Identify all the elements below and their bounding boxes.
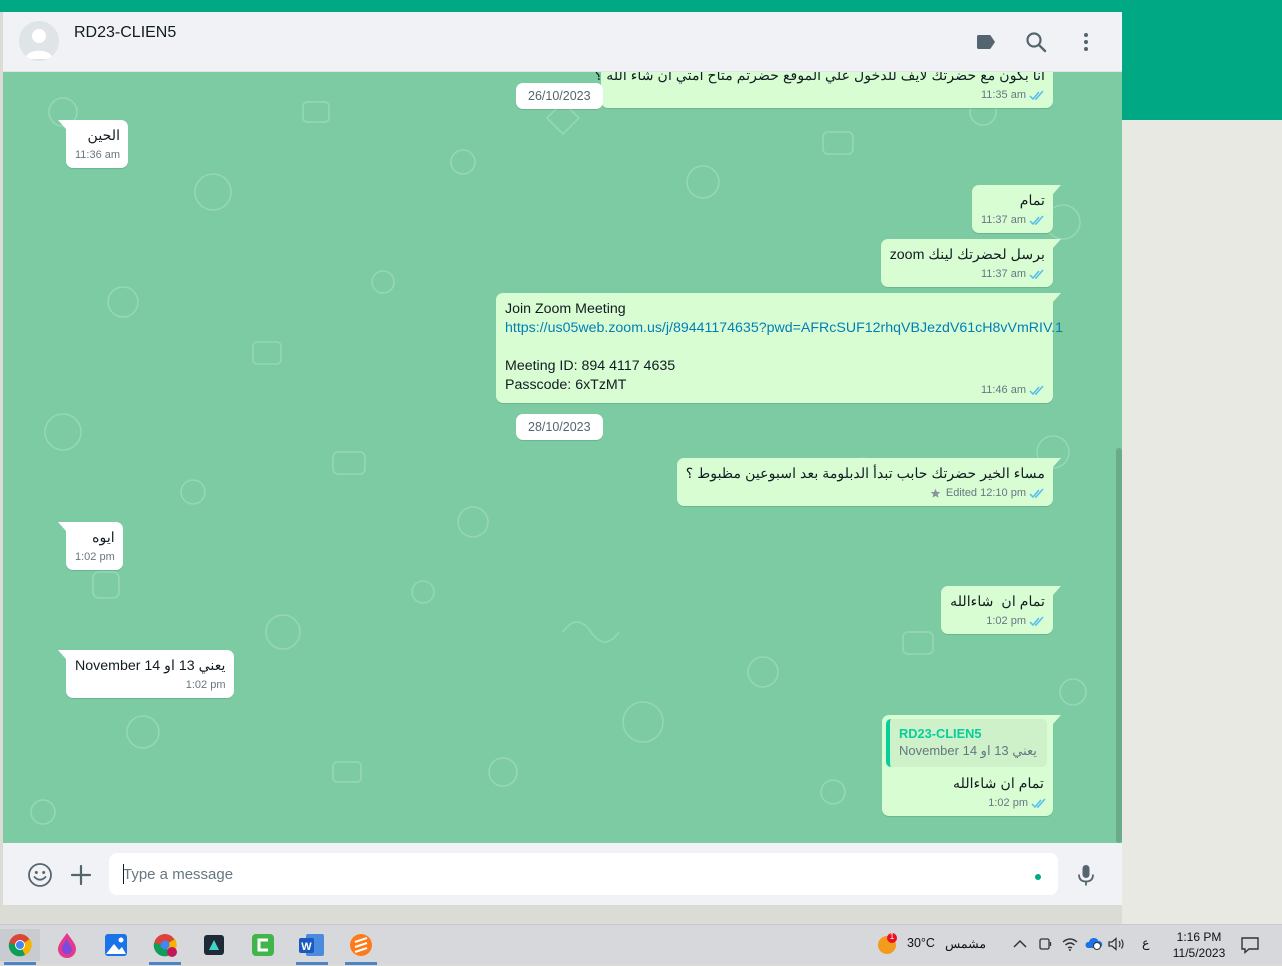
read-receipt-icon [1029,215,1044,225]
quoted-message[interactable]: RD23-CLIEN5 يعني 13 او 14 November [886,719,1047,767]
notification-center-icon[interactable] [1240,935,1260,960]
search-icon[interactable] [1024,30,1048,54]
taskbar-filmora-icon[interactable] [194,929,234,961]
read-receipt-icon [1031,798,1046,808]
taskbar-photos-icon[interactable] [96,929,136,961]
menu-icon[interactable] [1074,30,1098,54]
message-meta: 11:37 am [890,267,1045,281]
message-bubble-outgoing[interactable]: مساء الخير حضرتك حابب تبدأ الدبلومة بعد … [676,458,1062,506]
zoom-meeting-link[interactable]: https://us05web.zoom.us/j/89441174635?pw… [505,319,1063,338]
attach-plus-icon[interactable] [68,862,94,888]
weather-condition[interactable]: مشمس [945,936,986,951]
date-divider: 28/10/2023 [516,414,603,440]
message-text: تمام [1019,193,1045,209]
message-meta: 1:02 pm [950,614,1045,628]
message-bubble-outgoing[interactable]: تمام 11:37 am [971,185,1062,233]
svg-text:W: W [301,941,312,953]
message-time: 11:36 am [75,149,121,161]
composer-bar [3,843,1122,905]
microphone-icon[interactable] [1073,862,1099,888]
message-meta: Edited 12:10 pm [686,486,1045,500]
read-receipt-icon [1029,488,1044,498]
edited-label: Edited [945,487,978,499]
message-time: 11:35 am [980,89,1026,101]
message-text: الحين [87,128,121,144]
system-clock[interactable]: 1:16 PM 11/5/2023 [1168,929,1230,961]
clock-time: 1:16 PM [1176,930,1222,944]
message-bubble-incoming[interactable]: يعني 13 او 14 November 1:02 pm [58,650,234,698]
date-divider: 26/10/2023 [516,83,603,109]
weather-temperature[interactable]: 30°C [907,936,935,950]
avatar[interactable] [19,21,59,61]
window-top-strip [0,0,1282,12]
message-text: مساء الخير حضرتك حابب تبدأ الدبلومة بعد … [685,466,1045,482]
message-time: 11:37 am [980,214,1026,226]
text-cursor [123,864,124,884]
quoted-text: يعني 13 او 14 November [899,743,1037,758]
message-time: 1:02 pm [185,679,226,691]
message-bubble-outgoing[interactable]: Join Zoom Meeting https://us05web.zoom.u… [496,293,1063,403]
chat-scrollbar[interactable] [1116,72,1122,843]
chat-scrollbar-thumb[interactable] [1116,448,1122,843]
weather-sun-icon[interactable]: 1 [876,932,898,955]
message-text: انا بكون مع حضرتك لايف للدخول علي الموقع… [594,72,1045,84]
whatsapp-window: RD23-CLIEN5 انا بكون مع حضرتك لايف للدخو… [3,12,1122,905]
message-text-line: Meeting ID: 894 4117 4635 [505,358,676,374]
message-bubble-outgoing[interactable]: تمام ان شاءالله 1:02 pm [941,586,1061,634]
chat-panel[interactable]: انا بكون مع حضرتك لايف للدخول علي الموقع… [3,72,1122,843]
message-meta: 11:35 am [610,88,1045,102]
taskbar-sublime-icon[interactable] [341,929,381,965]
background-green-band [1122,0,1282,120]
message-time: 12:10 pm [980,487,1026,499]
taskbar-paint-drop-icon[interactable] [47,929,87,961]
onedrive-cloud-icon[interactable] [1083,935,1103,956]
read-receipt-icon [1029,269,1044,279]
taskbar-chrome-icon[interactable] [0,929,40,965]
message-meta: 1:02 pm [886,796,1047,810]
chat-header[interactable]: RD23-CLIEN5 [3,12,1122,72]
message-bubble-incoming[interactable]: ايوه 1:02 pm [58,522,123,570]
windows-taskbar: W 1 30°C مشمس ع 1:16 PM 11/5/2023 [0,924,1282,965]
star-icon [930,488,941,498]
message-bubble-outgoing[interactable]: برسل لحضرتك لينك zoom 11:37 am [880,239,1062,287]
message-time: 1:02 pm [75,551,115,563]
taskbar-camtasia-icon[interactable] [243,929,283,961]
tray-chevron-up-icon[interactable] [1012,937,1028,956]
message-time: 11:46 am [980,384,1026,396]
taskbar-word-icon[interactable]: W [292,929,332,965]
input-language-indicator[interactable]: ع [1142,935,1149,950]
emoji-icon[interactable] [27,862,53,888]
message-time: 1:02 pm [988,797,1028,809]
background-grey-area [1122,120,1282,924]
clock-date: 11/5/2023 [1172,946,1226,960]
default-avatar-icon [19,21,59,61]
volume-icon[interactable] [1107,936,1125,957]
message-time: 1:02 pm [986,615,1026,627]
message-text: تمام ان شاءالله [950,594,1045,610]
message-text: تمام ان شاءالله [953,776,1044,792]
grammar-indicator-dot [1035,874,1041,880]
read-receipt-icon [1029,616,1044,626]
wifi-icon[interactable] [1061,936,1079,957]
read-receipt-icon [1029,90,1044,100]
message-bubble-outgoing[interactable]: انا بكون مع حضرتك لايف للدخول علي الموقع… [594,72,1053,108]
message-time: 11:37 am [980,268,1026,280]
message-bubble-incoming[interactable]: الحين 11:36 am [57,120,129,168]
quoted-author: RD23-CLIEN5 [899,726,982,741]
taskbar-chrome-profile-icon[interactable] [145,929,185,965]
message-text-line: Join Zoom Meeting [505,301,626,317]
weather-badge: 1 [889,932,895,941]
message-input[interactable] [109,853,1058,895]
tray-device-icon[interactable] [1037,936,1053,957]
read-receipt-icon [1029,385,1044,395]
message-meta: 11:37 am [981,213,1045,227]
label-icon[interactable] [974,30,998,54]
contact-name[interactable]: RD23-CLIEN5 [74,24,176,42]
message-bubble-outgoing-reply[interactable]: RD23-CLIEN5 يعني 13 او 14 November تمام … [882,715,1061,816]
message-text: يعني 13 او 14 November [75,658,226,674]
message-text: ايوه [92,530,115,546]
message-text: برسل لحضرتك لينك zoom [889,247,1045,263]
